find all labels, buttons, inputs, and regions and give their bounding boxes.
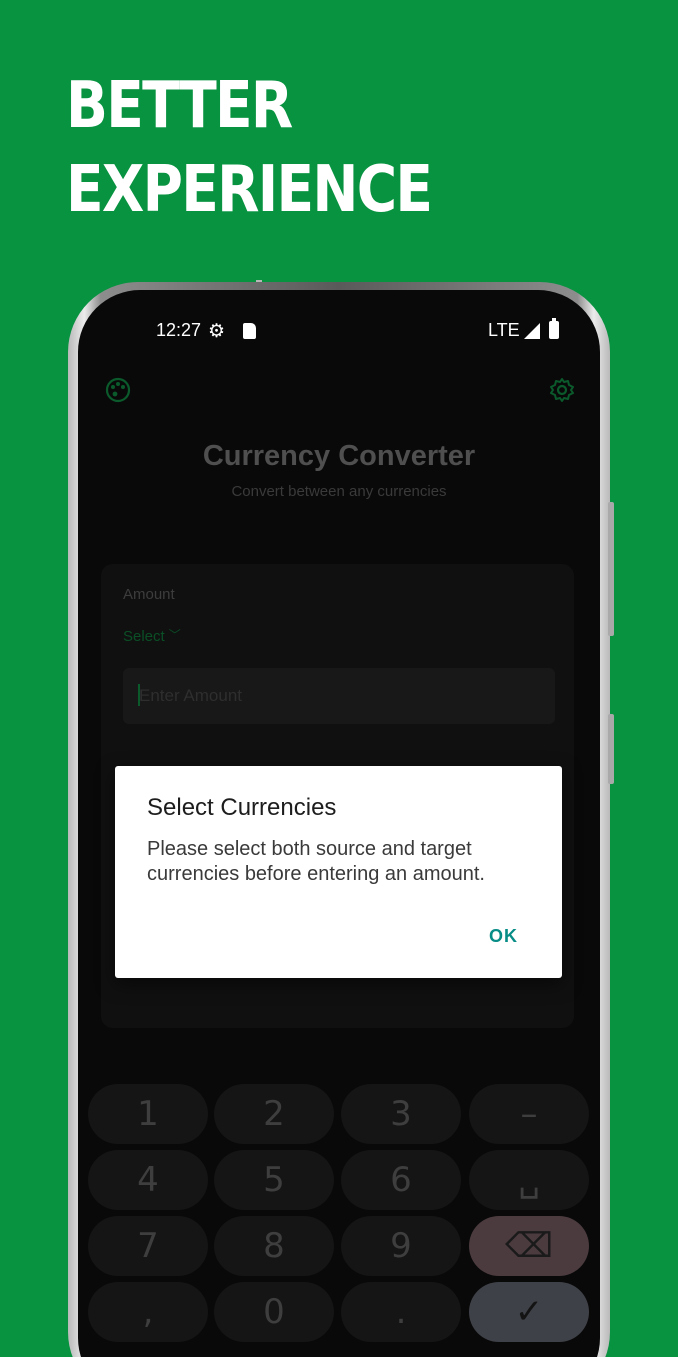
currency-select[interactable]: Select ﹀	[123, 628, 181, 645]
key-5[interactable]: 5	[214, 1150, 334, 1210]
key-8[interactable]: 8	[214, 1216, 334, 1276]
chevron-down-icon: ﹀	[168, 628, 181, 642]
settings-icon[interactable]	[548, 376, 576, 404]
palette-icon[interactable]	[104, 376, 132, 404]
select-currencies-dialog: Select Currencies Please select both sou…	[115, 766, 562, 978]
key-4[interactable]: 4	[88, 1150, 208, 1210]
key-2[interactable]: 2	[214, 1084, 334, 1144]
key-period[interactable]: .	[341, 1282, 461, 1342]
status-time: 12:27	[156, 320, 202, 340]
key-0[interactable]: 0	[214, 1282, 334, 1342]
headline: BETTER EXPERIENCE	[66, 64, 433, 232]
status-bar: 12:27 ⚙ LTE	[78, 318, 600, 344]
key-comma[interactable]: ,	[88, 1282, 208, 1342]
key-6[interactable]: 6	[341, 1150, 461, 1210]
dialog-message: Please select both source and target cur…	[147, 838, 485, 885]
headline-line-1: BETTER	[66, 69, 293, 143]
backspace-key[interactable]: ⌫	[469, 1216, 589, 1276]
key-7[interactable]: 7	[88, 1216, 208, 1276]
amount-input[interactable]	[123, 668, 555, 724]
text-caret	[138, 684, 140, 706]
amount-label: Amount	[123, 586, 175, 603]
signal-icon	[524, 323, 540, 339]
key-space[interactable]: ␣	[469, 1150, 589, 1210]
key-9[interactable]: 9	[341, 1216, 461, 1276]
settings-gear-icon: ⚙	[208, 321, 226, 342]
key-minus[interactable]: –	[469, 1084, 589, 1144]
ok-button[interactable]: OK	[489, 926, 518, 947]
done-key[interactable]: ✓	[469, 1282, 589, 1342]
battery-icon	[549, 318, 559, 339]
phone-volume-button	[608, 502, 614, 636]
dialog-title: Select Currencies	[147, 794, 337, 821]
headline-line-2: EXPERIENCE	[66, 153, 433, 227]
key-1[interactable]: 1	[88, 1084, 208, 1144]
app-subtitle: Convert between any currencies	[231, 483, 447, 500]
key-3[interactable]: 3	[341, 1084, 461, 1144]
phone-power-button	[608, 714, 614, 784]
currency-select-label: Select	[123, 628, 165, 645]
network-type: LTE	[488, 320, 520, 340]
sd-card-icon	[243, 323, 256, 339]
app-title: Currency Converter	[202, 440, 476, 472]
